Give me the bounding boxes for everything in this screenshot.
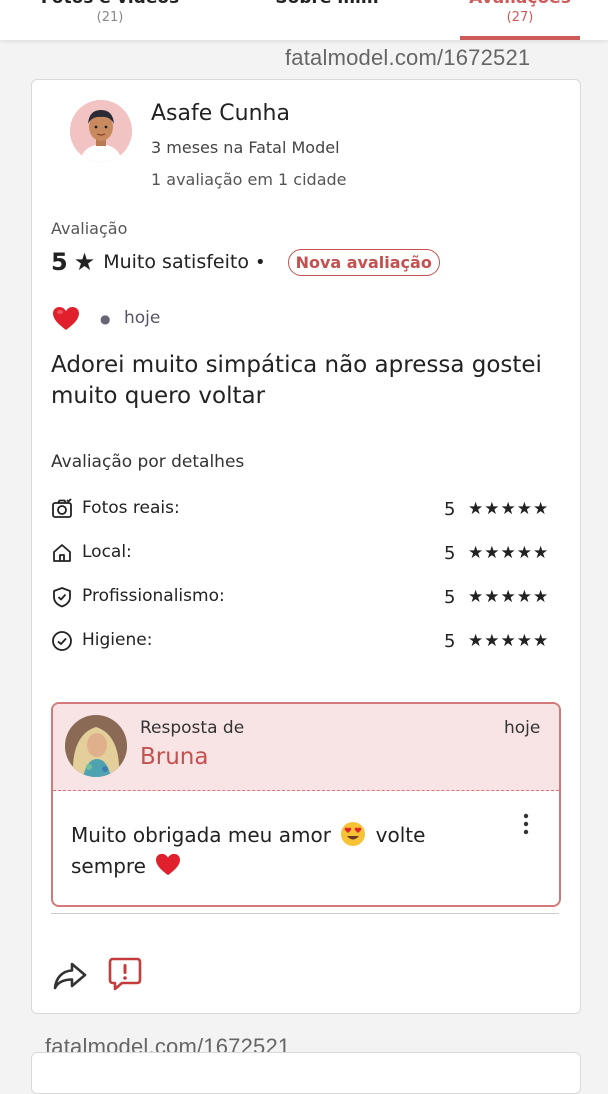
tab-count: (27) — [506, 10, 534, 25]
camera-check-icon — [51, 498, 73, 520]
detail-value: 5 — [444, 543, 456, 564]
detail-row-professionalism: Profissionalismo: 5 ★★★★★ — [51, 585, 561, 609]
reply-time: hoje — [504, 718, 541, 738]
detail-label: Profissionalismo: — [82, 586, 225, 606]
responder-avatar[interactable] — [65, 715, 127, 777]
details-title: Avaliação por detalhes — [51, 452, 245, 472]
active-tab-indicator — [460, 36, 580, 40]
tab-about-me[interactable]: Sobre mim — [262, 0, 392, 8]
tab-photos-videos[interactable]: Fotos e vídeos (21) — [30, 0, 190, 25]
responder-name[interactable]: Bruna — [140, 744, 208, 770]
reply-label: Resposta de — [140, 718, 245, 738]
detail-label: Local: — [82, 542, 132, 562]
heart-icon — [156, 853, 181, 876]
separator-dot: ● — [100, 312, 111, 326]
share-icon[interactable] — [52, 960, 88, 990]
check-circle-icon — [51, 630, 73, 652]
review-time: hoje — [124, 308, 161, 328]
detail-row-hygiene: Higiene: 5 ★★★★★ — [51, 629, 561, 653]
heart-eyes-emoji-icon — [341, 822, 366, 846]
reply-text-part: volte — [375, 823, 426, 847]
reply-header: Resposta de Bruna hoje — [53, 704, 559, 791]
detail-row-photos: Fotos reais: 5 ★★★★★ — [51, 497, 561, 521]
detail-stars: ★★★★★ — [468, 499, 550, 519]
star-icon: ★ — [73, 248, 96, 276]
reply-text: Muito obrigada meu amor volte sempre — [71, 820, 471, 882]
reviewer-summary: 1 avaliação em 1 cidade — [151, 170, 347, 189]
next-review-card — [31, 1052, 581, 1094]
reviewer-tenure: 3 meses na Fatal Model — [151, 138, 340, 157]
tab-reviews[interactable]: Avaliações (27) — [458, 0, 582, 25]
detail-stars: ★★★★★ — [468, 543, 550, 563]
rating-label: Avaliação — [51, 219, 128, 238]
more-options-icon[interactable] — [520, 812, 532, 838]
divider — [51, 913, 559, 914]
review-comment: Adorei muito simpática não apressa goste… — [51, 352, 542, 409]
detail-stars: ★★★★★ — [468, 587, 550, 607]
reply-text-part: sempre — [71, 854, 146, 878]
separator-dot: • — [254, 251, 266, 273]
tab-label: Fotos e vídeos — [30, 0, 190, 8]
home-icon — [51, 542, 73, 564]
tab-count: (21) — [96, 10, 124, 25]
detail-stars: ★★★★★ — [468, 631, 550, 651]
tab-label: Avaliações — [458, 0, 582, 8]
detail-value: 5 — [444, 499, 456, 520]
rating-row: 5 ★ Muito satisfeito • Nova avaliação — [51, 248, 440, 276]
reply-text-part: Muito obrigada meu amor — [71, 823, 331, 847]
rating-text: Muito satisfeito — [103, 251, 249, 273]
detail-label: Higiene: — [82, 630, 153, 650]
tab-label: Sobre mim — [262, 0, 392, 8]
watermark: fatalmodel.com/1672521 — [285, 45, 531, 70]
new-review-badge: Nova avaliação — [287, 248, 440, 276]
rating-value: 5 — [51, 248, 68, 276]
reply-box: Resposta de Bruna hoje Muito obrigada me… — [51, 702, 561, 907]
detail-value: 5 — [444, 631, 456, 652]
heart-icon — [52, 306, 80, 332]
report-icon[interactable] — [108, 956, 142, 992]
detail-row-location: Local: 5 ★★★★★ — [51, 541, 561, 565]
detail-value: 5 — [444, 587, 456, 608]
profile-tabs: Fotos e vídeos (21) Sobre mim Avaliações… — [0, 0, 608, 40]
review-card: Asafe Cunha 3 meses na Fatal Model 1 ava… — [31, 79, 581, 1014]
reviewer-name[interactable]: Asafe Cunha — [151, 101, 290, 126]
reviewer-avatar[interactable] — [70, 100, 132, 162]
shield-check-icon — [51, 586, 73, 608]
detail-label: Fotos reais: — [82, 498, 180, 518]
